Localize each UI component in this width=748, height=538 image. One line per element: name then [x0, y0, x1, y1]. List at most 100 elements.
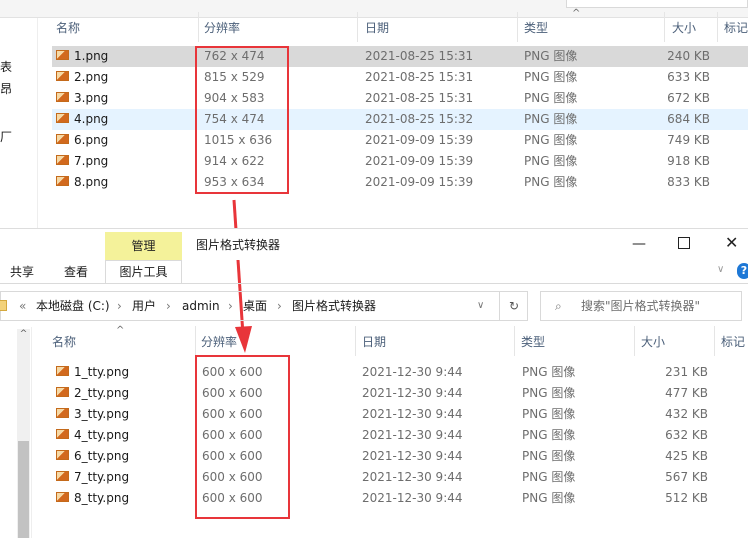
file-name: 4_tty.png — [74, 428, 130, 442]
column-divider[interactable] — [198, 12, 199, 42]
file-name-cell: 1_tty.png — [56, 362, 129, 383]
column-header[interactable]: 名称 — [52, 332, 76, 352]
file-name: 6.png — [74, 133, 109, 147]
file-row[interactable]: 8.png 953 x 634 2021-09-09 15:39 PNG 图像 833 … — [52, 172, 748, 193]
file-name: 4.png — [74, 112, 109, 126]
type-cell: PNG 图像 — [524, 154, 578, 168]
column-divider[interactable] — [664, 12, 665, 42]
column-header[interactable]: 名称 — [56, 18, 80, 38]
png-file-icon — [56, 154, 69, 165]
column-divider[interactable] — [514, 326, 515, 356]
tab-share[interactable]: 共享 — [10, 263, 34, 281]
column-divider[interactable] — [357, 12, 358, 42]
maximize-icon[interactable] — [678, 237, 690, 249]
file-row[interactable]: 4_tty.png 600 x 600 2021-12-30 9:44 PNG 图像 6… — [52, 425, 748, 446]
chevron-right-icon: › — [228, 299, 233, 313]
png-file-icon — [56, 386, 69, 397]
type-cell: PNG 图像 — [524, 175, 578, 189]
help-icon[interactable]: ? — [737, 263, 748, 279]
search-input[interactable]: ⌕ 搜索"图片格式转换器" — [540, 291, 742, 321]
folder-icon — [0, 300, 7, 311]
column-header[interactable]: 标记 — [724, 18, 748, 38]
column-divider[interactable] — [714, 326, 715, 356]
breadcrumb-item[interactable]: admin — [182, 292, 220, 320]
size-cell: 684 KB — [667, 112, 710, 126]
breadcrumb-item[interactable]: 图片格式转换器 — [292, 292, 376, 320]
arrow-head — [235, 326, 252, 353]
date-cell: 2021-12-30 9:44 — [362, 491, 463, 505]
tab-view[interactable]: 查看 — [64, 263, 88, 281]
breadcrumb-item[interactable]: 桌面 — [243, 292, 267, 320]
file-row[interactable]: 6.png 1015 x 636 2021-09-09 15:39 PNG 图像 749… — [52, 130, 748, 151]
png-file-icon — [56, 449, 69, 460]
column-divider[interactable] — [195, 326, 196, 356]
file-row[interactable]: 7.png 914 x 622 2021-09-09 15:39 PNG 图像 918 … — [52, 151, 748, 172]
close-icon[interactable]: ✕ — [725, 233, 738, 252]
file-row[interactable]: 3.png 904 x 583 2021-08-25 15:31 PNG 图像 672 … — [52, 88, 748, 109]
tab-manage[interactable]: 管理 — [105, 232, 182, 260]
file-name: 1.png — [74, 49, 109, 63]
file-row[interactable]: 2_tty.png 600 x 600 2021-12-30 9:44 PNG 图像 4… — [52, 383, 748, 404]
search-icon: ⌕ — [555, 299, 562, 313]
type-cell: PNG 图像 — [522, 449, 576, 463]
file-row[interactable]: 3_tty.png 600 x 600 2021-12-30 9:44 PNG 图像 4… — [52, 404, 748, 425]
search-placeholder: 搜索"图片格式转换器" — [581, 299, 701, 313]
breadcrumb-item[interactable]: 用户 — [132, 292, 156, 320]
file-row[interactable]: 1_tty.png 600 x 600 2021-12-30 9:44 PNG 图像 2… — [52, 362, 748, 383]
file-name: 8_tty.png — [74, 491, 130, 505]
sort-arrow-icon: ^ — [116, 325, 125, 336]
file-name: 2.png — [74, 70, 109, 84]
column-divider[interactable] — [517, 12, 518, 42]
file-row[interactable]: 1.png 762 x 474 2021-08-25 15:31 PNG 图像 240 … — [52, 46, 748, 67]
file-name-cell: 4_tty.png — [56, 425, 129, 446]
column-header[interactable]: 分辨率 — [204, 18, 240, 38]
file-row[interactable]: 7_tty.png 600 x 600 2021-12-30 9:44 PNG 图像 5… — [52, 467, 748, 488]
history-dropdown-icon[interactable]: ∨ — [477, 292, 484, 320]
date-cell: 2021-12-30 9:44 — [362, 449, 463, 463]
refresh-icon[interactable]: ↻ — [499, 292, 528, 320]
tab-picture-tools[interactable]: 图片工具 — [105, 260, 182, 284]
column-header[interactable]: 大小 — [672, 18, 696, 38]
png-file-icon — [56, 49, 69, 60]
png-file-icon — [56, 70, 69, 81]
type-cell: PNG 图像 — [522, 365, 576, 379]
size-cell: 240 KB — [667, 49, 710, 63]
column-divider[interactable] — [355, 326, 356, 356]
column-header[interactable]: 大小 — [641, 332, 665, 352]
type-cell: PNG 图像 — [522, 491, 576, 505]
breadcrumb-overflow[interactable]: « — [19, 292, 26, 320]
type-cell: PNG 图像 — [522, 407, 576, 421]
file-name: 7_tty.png — [74, 470, 130, 484]
breadcrumb-item[interactable]: 本地磁盘 (C:) — [36, 292, 110, 320]
chevron-right-icon: › — [117, 299, 122, 313]
column-header[interactable]: 日期 — [365, 18, 389, 38]
column-header[interactable]: 分辨率 — [201, 332, 237, 352]
file-name-cell: 6_tty.png — [56, 446, 129, 467]
file-name-cell: 7_tty.png — [56, 467, 129, 488]
file-row[interactable]: 2.png 815 x 529 2021-08-25 15:31 PNG 图像 633 … — [52, 67, 748, 88]
column-header[interactable]: 类型 — [521, 332, 545, 352]
address-bar[interactable]: « 本地磁盘 (C:) › 用户 › admin › 桌面 › 图片格式转换器 … — [0, 291, 528, 321]
scroll-up-icon[interactable]: ^ — [17, 329, 30, 339]
column-divider[interactable] — [717, 12, 718, 42]
date-cell: 2021-09-09 15:39 — [365, 175, 474, 189]
date-cell: 2021-09-09 15:39 — [365, 154, 474, 168]
file-name-cell: 3_tty.png — [56, 404, 129, 425]
type-cell: PNG 图像 — [524, 49, 578, 63]
expand-ribbon-icon[interactable]: ∨ — [717, 264, 724, 275]
file-row[interactable]: 6_tty.png 600 x 600 2021-12-30 9:44 PNG 图像 4… — [52, 446, 748, 467]
column-header[interactable]: 标记 — [721, 332, 745, 352]
file-row[interactable]: 4.png 754 x 474 2021-08-25 15:32 PNG 图像 684 … — [52, 109, 748, 130]
column-divider[interactable] — [634, 326, 635, 356]
file-row[interactable]: 8_tty.png 600 x 600 2021-12-30 9:44 PNG 图像 5… — [52, 488, 748, 509]
file-name: 7.png — [74, 154, 109, 168]
top-search-box[interactable] — [566, 0, 748, 8]
date-cell: 2021-09-09 15:39 — [365, 133, 474, 147]
column-header[interactable]: 类型 — [524, 18, 548, 38]
column-header[interactable]: 日期 — [362, 332, 386, 352]
nav-scrollbar[interactable]: ^ — [17, 329, 30, 538]
date-cell: 2021-12-30 9:44 — [362, 365, 463, 379]
nav-fragment: 表 — [0, 60, 13, 74]
minimize-icon[interactable]: — — [632, 236, 646, 252]
scrollbar-thumb[interactable] — [18, 441, 29, 538]
